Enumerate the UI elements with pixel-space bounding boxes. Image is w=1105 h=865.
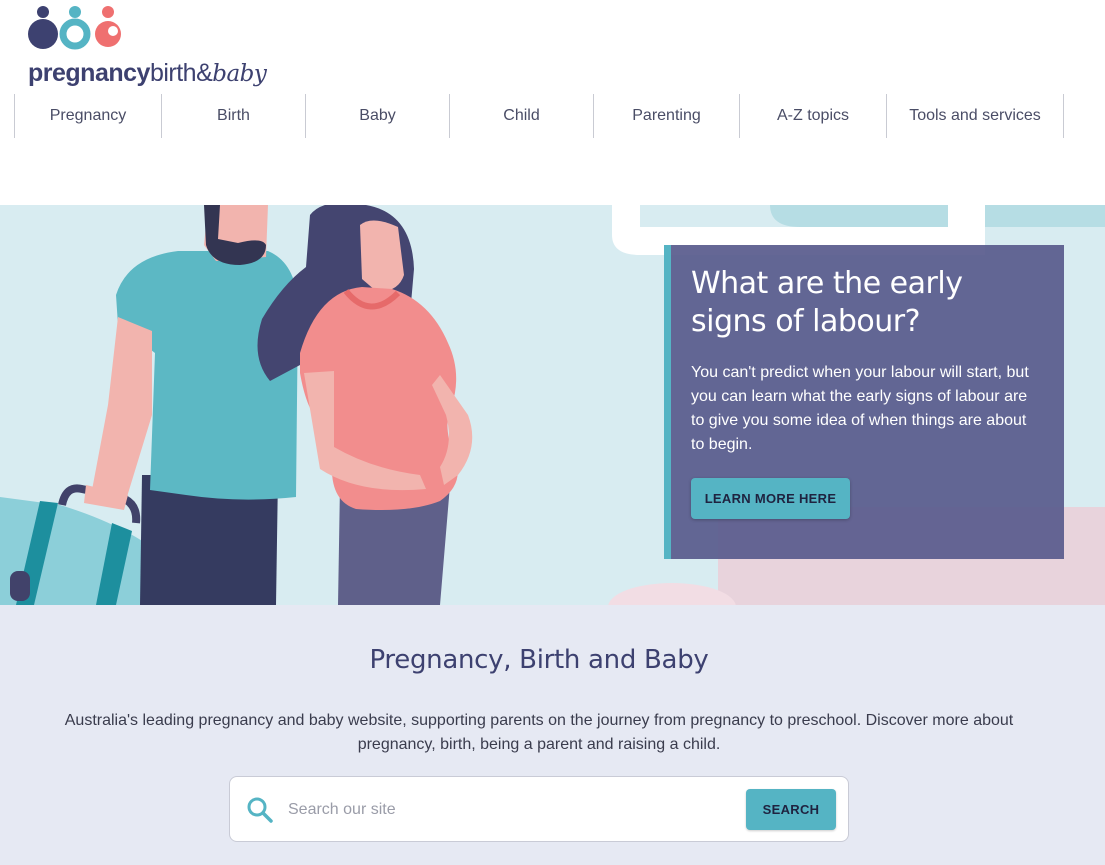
site-logo[interactable]: pregnancybirth&baby: [28, 4, 288, 88]
nav-item-tools-and-services[interactable]: Tools and services: [886, 94, 1064, 138]
search-bar: SEARCH: [229, 776, 849, 842]
nav-item-a-z-topics[interactable]: A-Z topics: [739, 94, 886, 138]
nav-item-pregnancy[interactable]: Pregnancy: [14, 94, 161, 138]
nav-item-birth[interactable]: Birth: [161, 94, 305, 138]
intro-section: Pregnancy, Birth and Baby Australia's le…: [0, 605, 1105, 865]
hero-description: You can't predict when your labour will …: [691, 364, 1029, 453]
site-description: Australia's leading pregnancy and baby w…: [64, 712, 1014, 753]
hero-title: What are the early signs of labour?: [691, 266, 963, 339]
nav-item-parenting[interactable]: Parenting: [593, 94, 739, 138]
hero-banner: What are the early signs of labour? You …: [0, 205, 1105, 605]
learn-more-button[interactable]: LEARN MORE HERE: [691, 478, 850, 519]
hero-callout: What are the early signs of labour? You …: [664, 245, 1064, 559]
logo-mark-icon: [28, 6, 121, 50]
site-header: pregnancybirth&baby Pregnancy Birth Baby…: [0, 0, 1105, 205]
page-title: Pregnancy, Birth and Baby: [369, 645, 709, 675]
nav-item-child[interactable]: Child: [449, 94, 593, 138]
logo-wordmark: pregnancybirth&baby: [28, 59, 267, 87]
search-input[interactable]: [288, 793, 728, 827]
main-nav: Pregnancy Birth Baby Child Parenting A-Z…: [14, 94, 1064, 138]
search-icon[interactable]: [246, 796, 274, 824]
search-button[interactable]: SEARCH: [746, 789, 836, 830]
nav-item-baby[interactable]: Baby: [305, 94, 449, 138]
